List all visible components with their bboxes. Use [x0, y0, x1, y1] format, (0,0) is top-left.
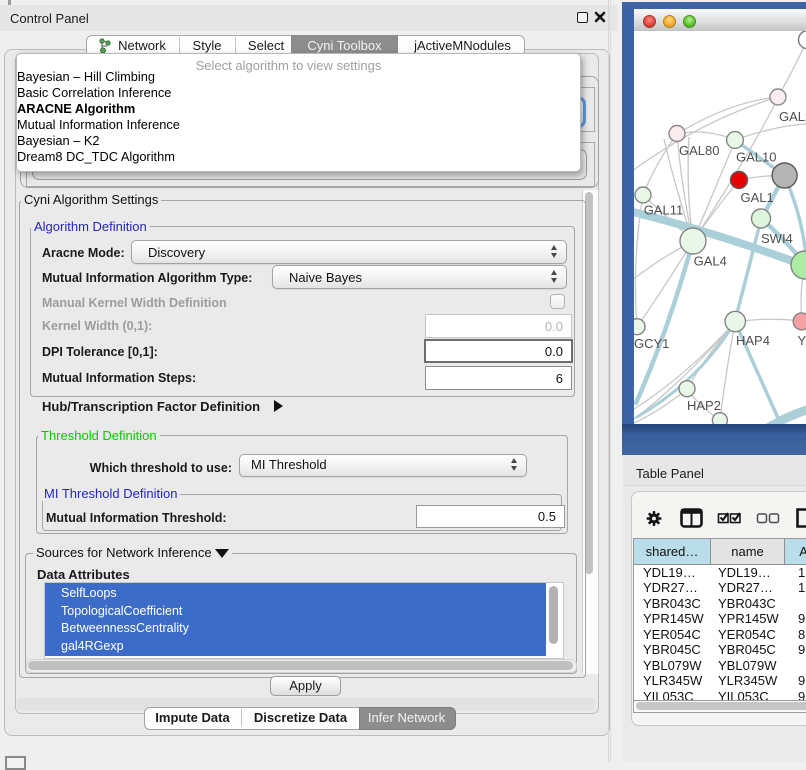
svg-text:GAL10: GAL10 — [736, 150, 776, 165]
svg-text:HAP2: HAP2 — [687, 398, 721, 413]
svg-text:Y: Y — [798, 333, 806, 348]
svg-text:GAL11: GAL11 — [644, 203, 684, 218]
svg-text:GAL80: GAL80 — [679, 143, 719, 158]
svg-text:GAL2: GAL2 — [779, 109, 806, 124]
svg-text:GAL4: GAL4 — [694, 254, 727, 269]
svg-text:HAP4: HAP4 — [736, 333, 770, 348]
svg-text:GCY1: GCY1 — [634, 336, 669, 351]
svg-text:GAL1: GAL1 — [741, 190, 774, 205]
svg-text:SWI4: SWI4 — [761, 231, 793, 246]
